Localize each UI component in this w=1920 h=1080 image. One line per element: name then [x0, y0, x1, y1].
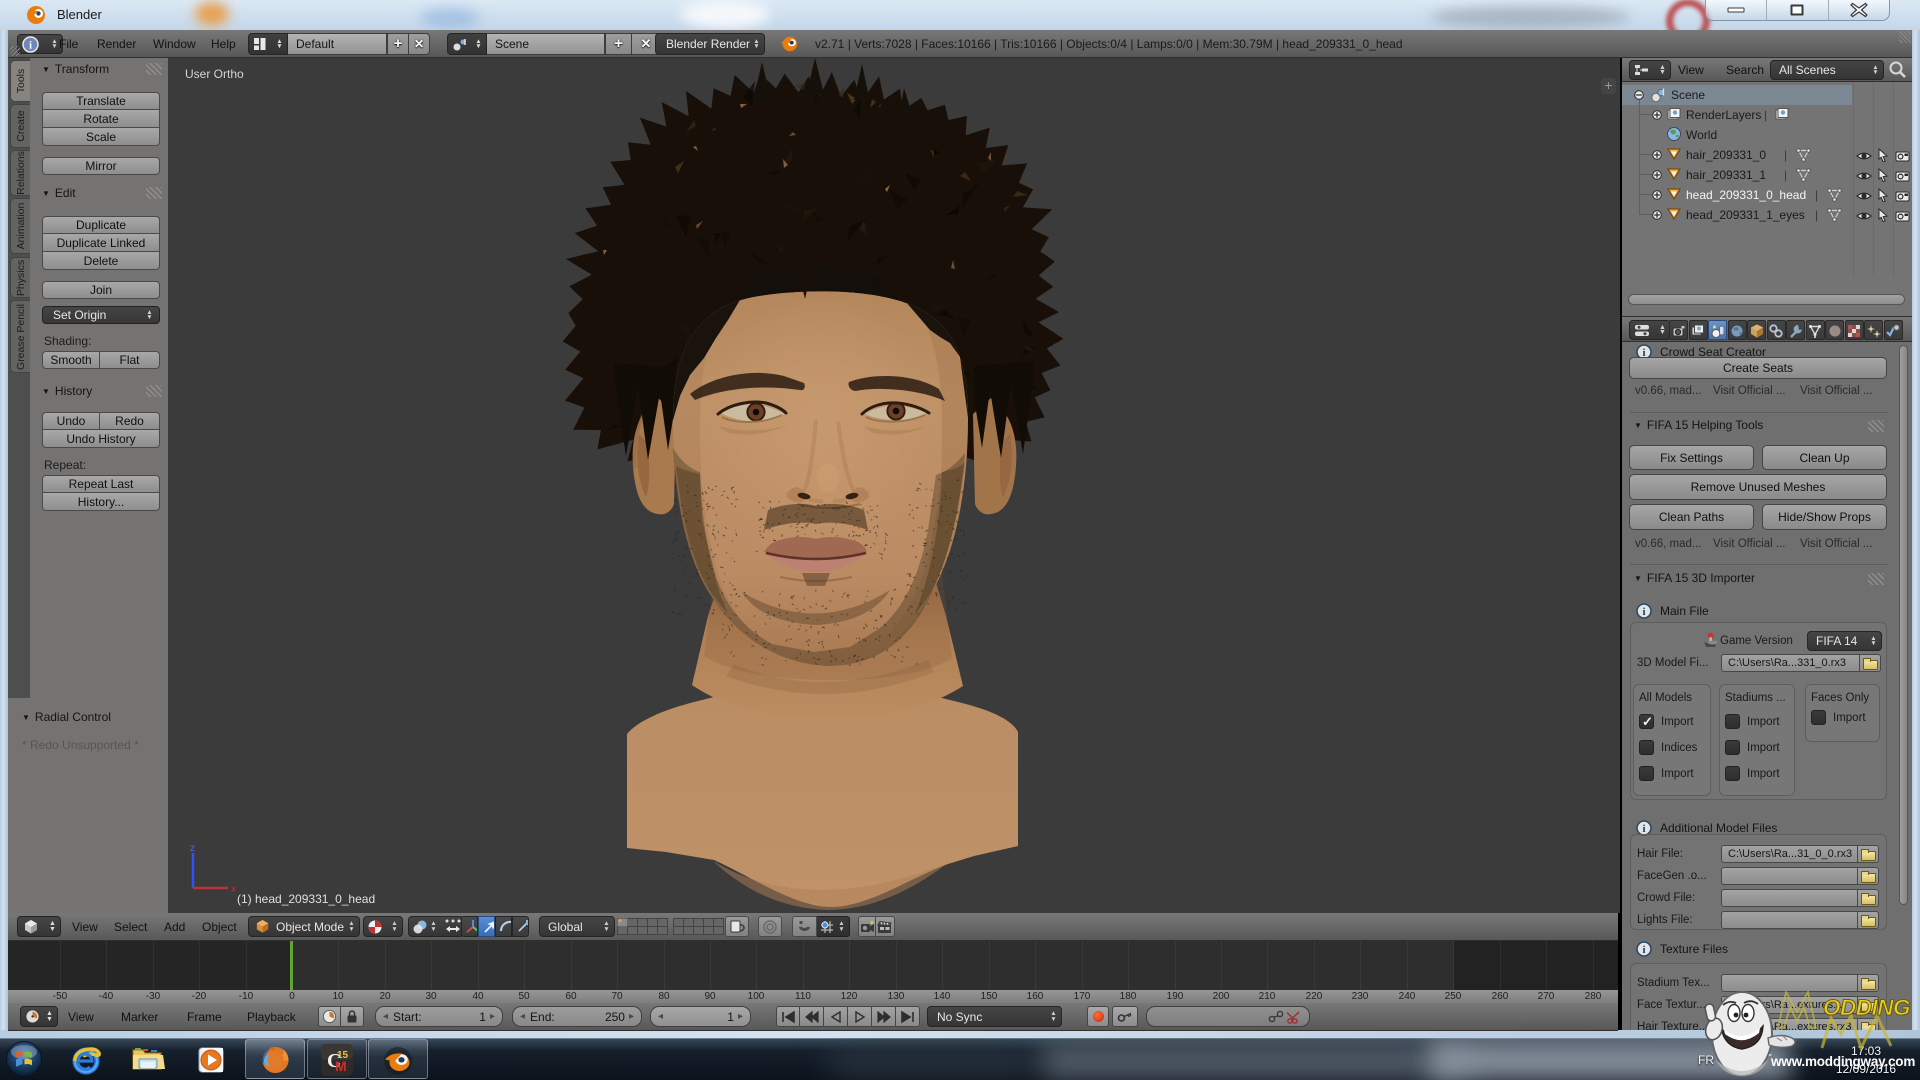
svg-text:M: M — [335, 1058, 347, 1074]
svg-text:i: i — [29, 39, 32, 51]
svg-text:i: i — [1642, 944, 1645, 956]
svg-text:i: i — [1642, 606, 1645, 618]
svg-text:z: z — [190, 843, 195, 854]
svg-text:x: x — [231, 884, 236, 895]
